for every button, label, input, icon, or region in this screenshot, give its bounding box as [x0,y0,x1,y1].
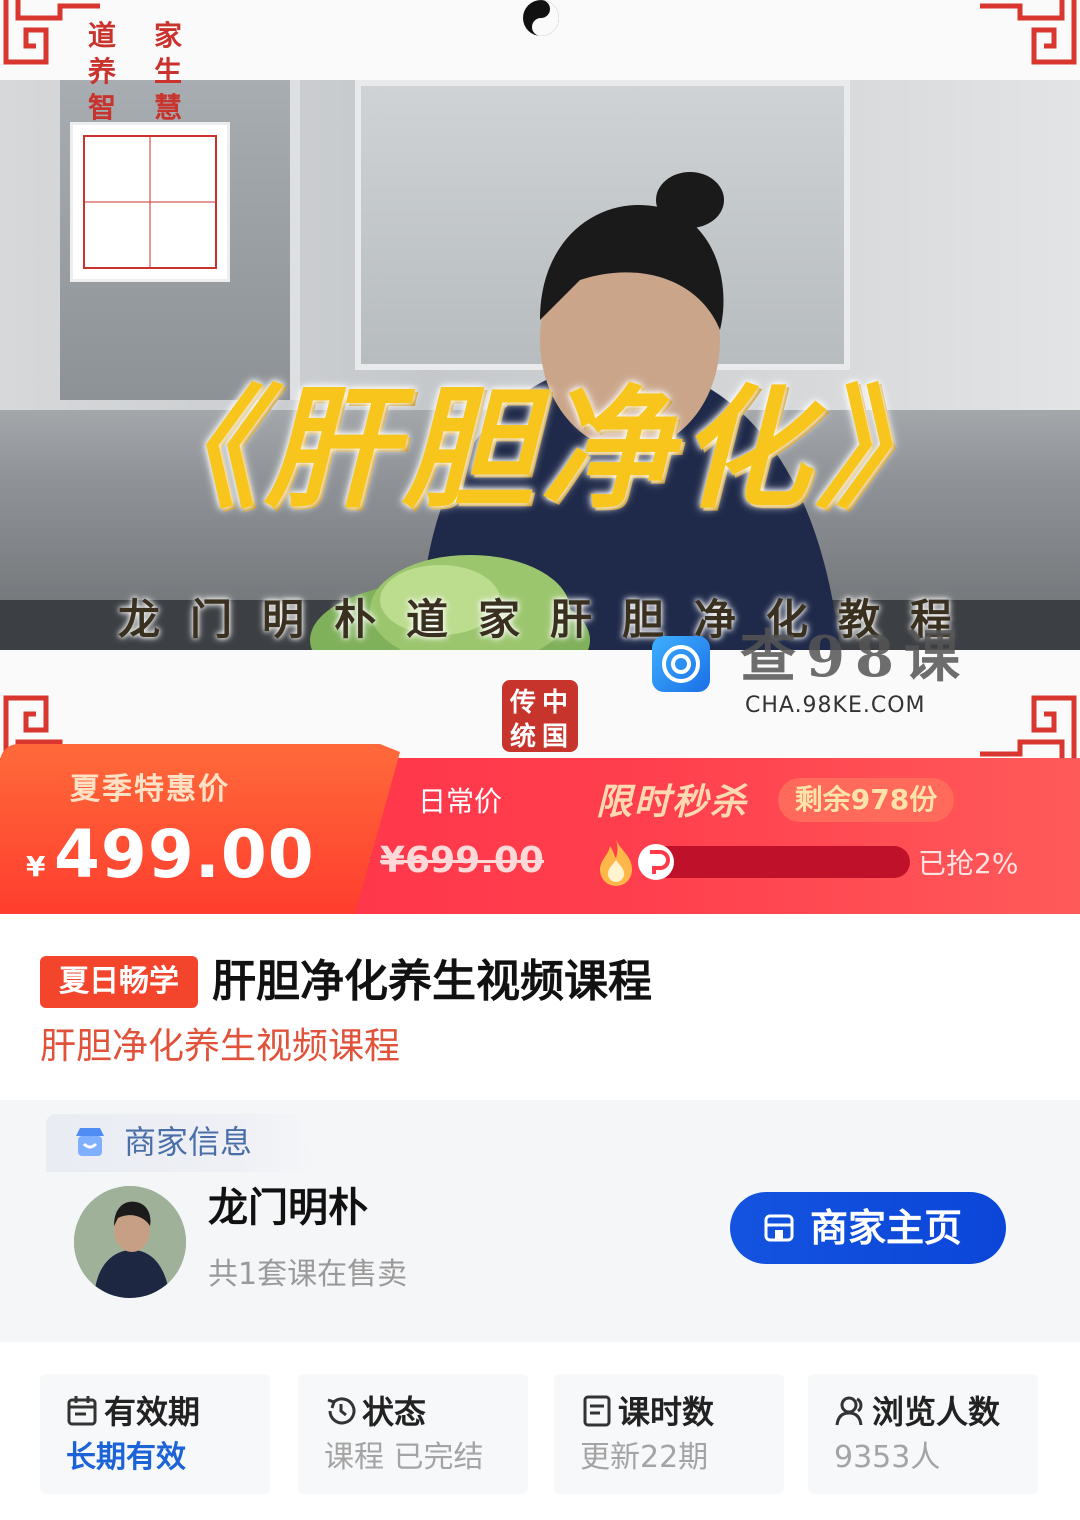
merchant-course-count: 共1套课在售卖 [208,1257,408,1292]
course-title: 肝胆净化养生视频课程 [212,956,652,1007]
stat-label: 有效期 [104,1393,201,1431]
watermark-url: CHA.98KE.COM [745,693,926,718]
stat-label: 课时数 [618,1393,715,1431]
stat-lessons: 课时数 更新22期 [554,1374,784,1494]
current-price: 499.00 [54,816,315,893]
merchant-info-label: 商家信息 [124,1123,253,1161]
seal-char: 道 [87,19,116,52]
yinyang-icon [523,0,559,36]
red-seal-stamp: 传 中 统 国 [502,680,578,752]
stat-views: 浏览人数 9353人 [808,1374,1038,1494]
remaining-badge: 剩余978份 [778,778,954,822]
stat-validity: 有效期 长期有效 [40,1374,270,1494]
flash-sale-label: 限时秒杀 [596,782,749,823]
stat-label: 浏览人数 [872,1393,1001,1431]
document-icon [583,1395,611,1427]
grabbed-percent: 已抢2% [918,847,1019,880]
merchant-home-label: 商家主页 [809,1206,962,1250]
calligraphy-seal [70,122,230,282]
stamp-char: 中 [542,688,569,718]
seal-char: 养 [87,55,116,88]
history-icon [327,1397,356,1425]
stat-status: 状态 课程 已完结 [298,1374,528,1494]
merchant-name[interactable]: 龙门明朴 [208,1180,368,1236]
merchant-avatar[interactable] [74,1186,186,1298]
store-icon [76,1128,104,1156]
stat-value: 9353人 [834,1440,941,1475]
merchant-home-button[interactable]: 商家主页 [730,1192,1006,1264]
seal-char: 慧 [153,91,182,124]
progress-knob-icon [638,844,674,880]
watermark-logo-icon [652,636,710,692]
frame-corner-ornament [980,0,1077,65]
course-banner: 道 养 智 家 生 慧 《肝胆净化》 龙门明朴道家肝胆净化教程 传 中 统 国 … [0,0,1080,760]
promo-tag: 夏日畅学 [40,956,198,1008]
promo-price-label: 夏季特惠价 [70,772,230,807]
stamp-char: 传 [510,688,537,718]
daily-price-label: 日常价 [418,785,503,818]
course-subtitle: 肝胆净化养生视频课程 [40,1026,401,1067]
stat-label: 状态 [362,1393,427,1431]
stat-value: 长期有效 [66,1440,186,1475]
stat-value: 课程 已完结 [324,1440,484,1475]
shop-icon [764,1214,794,1242]
watermark-text: 查98课 [740,624,970,690]
seal-char: 生 [153,55,182,88]
calendar-icon [67,1396,97,1426]
stat-value: 更新22期 [580,1440,709,1475]
seal-char: 家 [153,19,182,52]
currency-symbol: ¥ [26,850,46,883]
user-icon [835,1396,863,1426]
seal-char: 智 [87,91,116,124]
daily-price: ¥699.00 [380,840,544,881]
banner-title: 《肝胆净化》 [126,372,954,527]
